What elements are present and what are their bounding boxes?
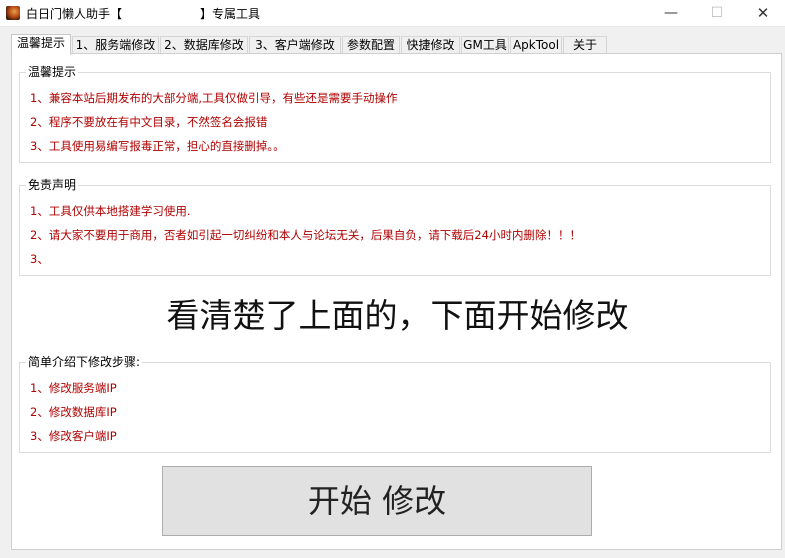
tab-gm-tools[interactable]: GM工具 <box>461 36 509 54</box>
tab-client[interactable]: 3、客户端修改 <box>249 36 341 54</box>
maximize-button[interactable]: ☐ <box>694 0 740 27</box>
start-modify-button[interactable]: 开始 修改 <box>162 466 592 536</box>
tips-group-title: 温馨提示 <box>26 64 79 80</box>
title-bar: 白日门懒人助手【 】专属工具 — ☐ ✕ <box>0 0 785 27</box>
steps-group-title: 简单介绍下修改步骤: <box>26 354 143 370</box>
disclaimer-group: 免责声明 1、工具仅供本地搭建学习使用. 2、请大家不要用于商用，否者如引起一切… <box>19 177 771 276</box>
tab-database[interactable]: 2、数据库修改 <box>160 36 248 54</box>
headline: 看清楚了上面的，下面开始修改 <box>166 296 629 335</box>
app-icon <box>6 6 20 20</box>
disclaimer-line-3: 3、 <box>30 252 49 266</box>
disclaimer-line-2: 2、请大家不要用于商用，否者如引起一切纠纷和本人与论坛无关，后果自负，请下载后2… <box>30 228 581 242</box>
steps-line-2: 2、修改数据库IP <box>30 405 117 419</box>
window-title-prefix: 白日门懒人助手【 <box>26 7 123 21</box>
tab-tips[interactable]: 温馨提示 <box>11 34 71 55</box>
tips-line-2: 2、程序不要放在有中文目录，不然签名会报错 <box>30 115 268 129</box>
window-title: 白日门懒人助手【 】专属工具 <box>26 5 260 22</box>
tips-line-3: 3、工具使用易编写报毒正常，担心的直接删掉。。 <box>30 139 285 153</box>
steps-line-3: 3、修改客户端IP <box>30 429 117 443</box>
tab-panel: 温馨提示 1、兼容本站后期发布的大部分端,工具仅做引导，有些还是需要手动操作 2… <box>11 53 782 550</box>
disclaimer-line-1: 1、工具仅供本地搭建学习使用. <box>30 204 191 218</box>
tips-line-1: 1、兼容本站后期发布的大部分端,工具仅做引导，有些还是需要手动操作 <box>30 91 398 105</box>
tips-group: 温馨提示 1、兼容本站后期发布的大部分端,工具仅做引导，有些还是需要手动操作 2… <box>19 64 771 163</box>
minimize-button[interactable]: — <box>648 0 694 27</box>
window-title-suffix: 】专属工具 <box>200 7 261 21</box>
tab-params[interactable]: 参数配置 <box>342 36 400 54</box>
steps-line-1: 1、修改服务端IP <box>30 381 117 395</box>
close-button[interactable]: ✕ <box>740 0 785 27</box>
tab-apktool[interactable]: ApkTool <box>510 36 562 54</box>
tab-quick-edit[interactable]: 快捷修改 <box>401 36 460 54</box>
disclaimer-group-title: 免责声明 <box>26 177 79 193</box>
tab-about[interactable]: 关于 <box>563 36 607 54</box>
tab-server[interactable]: 1、服务端修改 <box>72 36 159 54</box>
steps-group: 简单介绍下修改步骤: 1、修改服务端IP 2、修改数据库IP 3、修改客户端IP <box>19 354 771 453</box>
